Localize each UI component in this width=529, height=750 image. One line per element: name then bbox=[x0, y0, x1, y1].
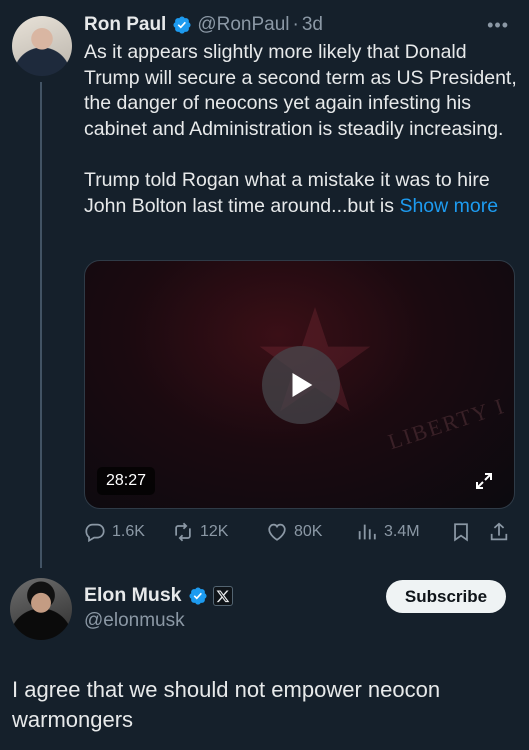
fullscreen-button[interactable] bbox=[472, 469, 496, 493]
views-button[interactable]: 3.4M bbox=[356, 516, 420, 548]
tweet-actions-bar: 1.6K 12K 80K 3.4M bbox=[84, 516, 514, 548]
share-button[interactable] bbox=[488, 516, 516, 548]
reply-body: I agree that we should not empower neoco… bbox=[12, 677, 441, 732]
x-affiliate-badge-icon[interactable] bbox=[212, 585, 233, 606]
bookmark-icon bbox=[454, 523, 468, 542]
video-player[interactable]: LIBERTY I 28:27 bbox=[84, 260, 515, 509]
views-count: 3.4M bbox=[384, 523, 420, 540]
tweet-paragraph-1: As it appears slightly more likely that … bbox=[84, 41, 517, 140]
avatar-ron-paul[interactable] bbox=[12, 16, 72, 76]
avatar-elon-musk[interactable] bbox=[10, 578, 72, 640]
repost-icon bbox=[175, 522, 191, 542]
video-watermark: LIBERTY I bbox=[385, 392, 509, 455]
repost-button[interactable]: 12K bbox=[172, 516, 228, 548]
tweet-body: As it appears slightly more likely that … bbox=[84, 40, 524, 219]
tweet-header: Ron Paul @RonPaul · 3d ••• bbox=[84, 11, 517, 39]
like-button[interactable]: 80K bbox=[266, 516, 322, 548]
subscribe-button[interactable]: Subscribe bbox=[386, 580, 506, 613]
reply-author-name[interactable]: Elon Musk bbox=[84, 584, 182, 607]
like-count: 80K bbox=[294, 523, 323, 540]
author-handle[interactable]: @RonPaul bbox=[197, 14, 289, 36]
reply-button[interactable]: 1.6K bbox=[84, 516, 145, 548]
show-more-link[interactable]: Show more bbox=[399, 195, 498, 217]
verified-badge-icon bbox=[172, 15, 192, 35]
more-options-icon[interactable]: ••• bbox=[487, 15, 509, 36]
share-icon bbox=[490, 522, 508, 541]
reply-author-handle[interactable]: @elonmusk bbox=[84, 610, 185, 632]
thread-connector-line bbox=[40, 82, 42, 568]
verified-badge-icon bbox=[188, 586, 208, 606]
repost-count: 12K bbox=[200, 523, 229, 540]
play-icon bbox=[292, 372, 313, 398]
author-name[interactable]: Ron Paul bbox=[84, 14, 166, 36]
expand-icon bbox=[476, 473, 492, 489]
heart-icon bbox=[268, 523, 286, 541]
tweet-age[interactable]: 3d bbox=[302, 14, 323, 36]
separator-dot: · bbox=[292, 14, 299, 35]
reply-count: 1.6K bbox=[112, 523, 145, 540]
tweet-paragraph-2: Trump told Rogan what a mistake it was t… bbox=[84, 168, 524, 219]
reply-header: Elon Musk bbox=[84, 584, 233, 607]
bookmark-button[interactable] bbox=[450, 516, 478, 548]
reply-icon bbox=[85, 523, 105, 543]
play-button[interactable] bbox=[262, 346, 340, 424]
video-duration: 28:27 bbox=[97, 467, 156, 495]
views-chart-icon bbox=[358, 524, 376, 540]
